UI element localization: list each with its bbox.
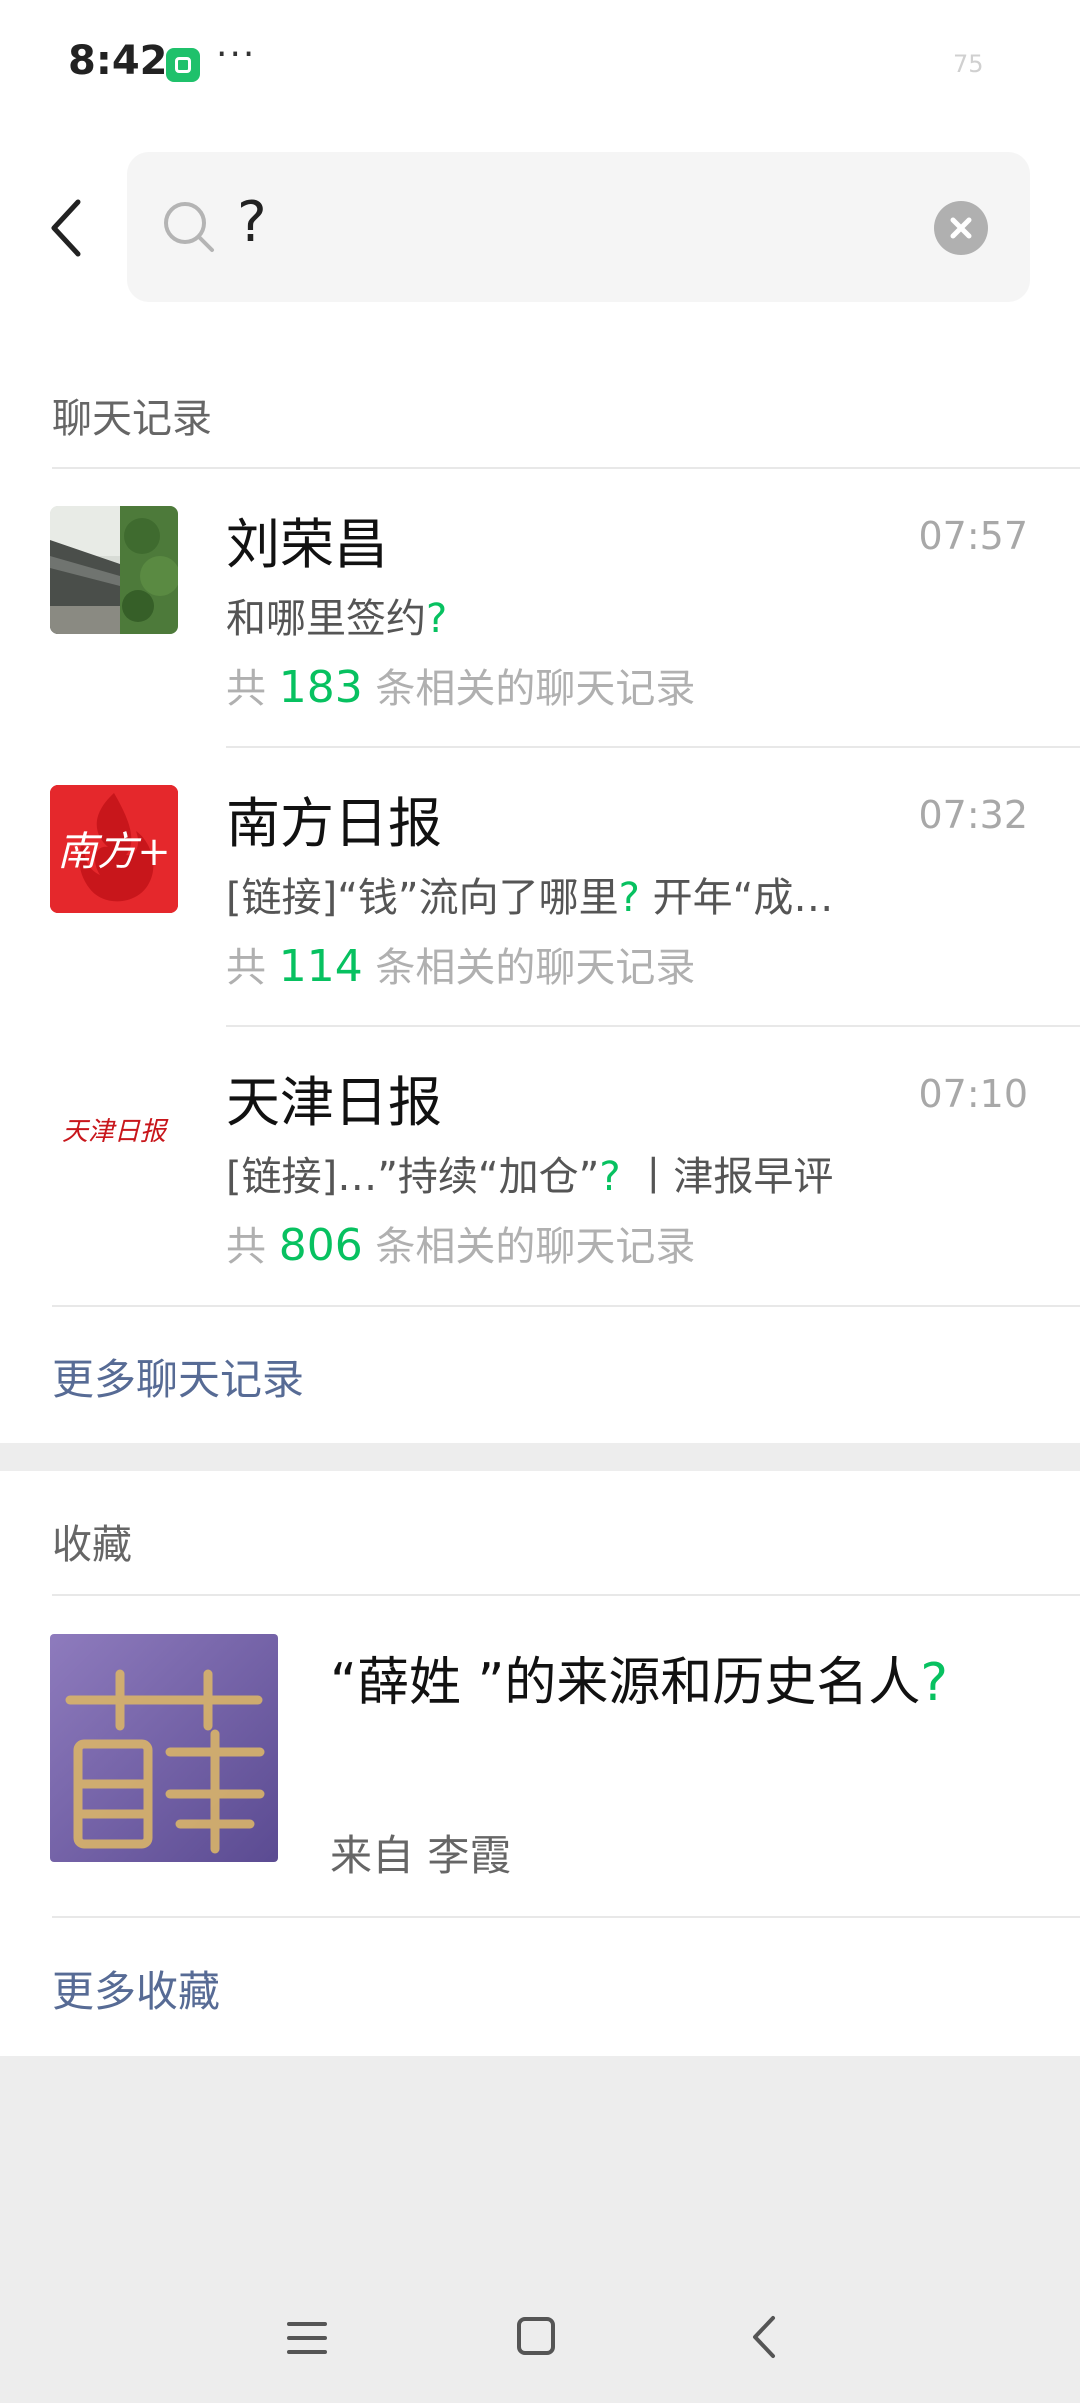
nanfang-logo-avatar: 南方+	[50, 785, 178, 913]
chat-time: 07:10	[918, 1072, 1028, 1116]
clear-search-button[interactable]	[934, 201, 988, 255]
chat-result-item[interactable]: 天津日报 天津日报 07:10 [链接]…”持续“加仓”? 丨津报早评 共 80…	[0, 1064, 1080, 1342]
home-icon[interactable]	[516, 2316, 556, 2356]
search-bar[interactable]: ?	[127, 152, 1030, 302]
more-chat-records-link[interactable]: 更多聊天记录	[52, 1346, 304, 1407]
chat-snippet: 和哪里签约?	[226, 596, 448, 642]
chat-name: 南方日报	[226, 792, 442, 855]
back-arrow-icon	[51, 199, 81, 257]
favorite-source: 来自 李霞	[330, 1831, 512, 1880]
chat-section-title: 聊天记录	[52, 396, 212, 442]
section-divider	[52, 1594, 1080, 1596]
chat-time: 07:32	[918, 793, 1028, 837]
nanfang-logo-text: 南方+	[57, 829, 171, 875]
status-time: 8:42	[68, 38, 168, 84]
search-input[interactable]: ?	[237, 190, 267, 255]
chat-result-item[interactable]: 刘荣昌 07:57 和哪里签约? 共 183 条相关的聊天记录	[0, 506, 1080, 784]
section-divider	[52, 1916, 1080, 1918]
chat-time: 07:57	[918, 514, 1028, 558]
chat-snippet: [链接]…”持续“加仓”? 丨津报早评	[226, 1154, 834, 1200]
chat-result-item[interactable]: 南方+ 南方日报 07:32 [链接]“钱”流向了哪里? 开年“成… 共 114…	[0, 785, 1080, 1063]
section-divider	[52, 1305, 1080, 1307]
more-notifications-icon: ···	[216, 34, 257, 75]
xue-character-thumbnail	[50, 1634, 278, 1862]
photo-avatar	[50, 506, 178, 634]
chat-match-count: 共 806 条相关的聊天记录	[226, 1220, 696, 1271]
chat-name: 刘荣昌	[226, 513, 388, 576]
back-icon[interactable]	[747, 2314, 781, 2360]
section-divider	[52, 467, 1080, 469]
chat-match-count: 共 114 条相关的聊天记录	[226, 941, 696, 992]
battery-level: 75	[953, 50, 984, 78]
favorite-title: “薛姓 ”的来源和历史名人?	[330, 1653, 949, 1713]
clear-icon	[950, 217, 972, 239]
item-divider	[226, 746, 1080, 748]
back-button[interactable]	[44, 196, 94, 260]
favorites-section-title: 收藏	[52, 1522, 132, 1568]
app-notification-icon	[166, 48, 200, 82]
tianjin-logo-text: 天津日报	[62, 1117, 169, 1147]
tianjin-logo-avatar: 天津日报	[50, 1064, 178, 1192]
menu-icon[interactable]	[287, 2318, 327, 2358]
chat-match-count: 共 183 条相关的聊天记录	[226, 662, 696, 713]
chat-snippet: [链接]“钱”流向了哪里? 开年“成…	[226, 875, 834, 921]
search-icon	[162, 200, 216, 254]
more-favorites-link[interactable]: 更多收藏	[52, 1958, 220, 2019]
item-divider	[226, 1025, 1080, 1027]
chat-name: 天津日报	[226, 1071, 442, 1134]
